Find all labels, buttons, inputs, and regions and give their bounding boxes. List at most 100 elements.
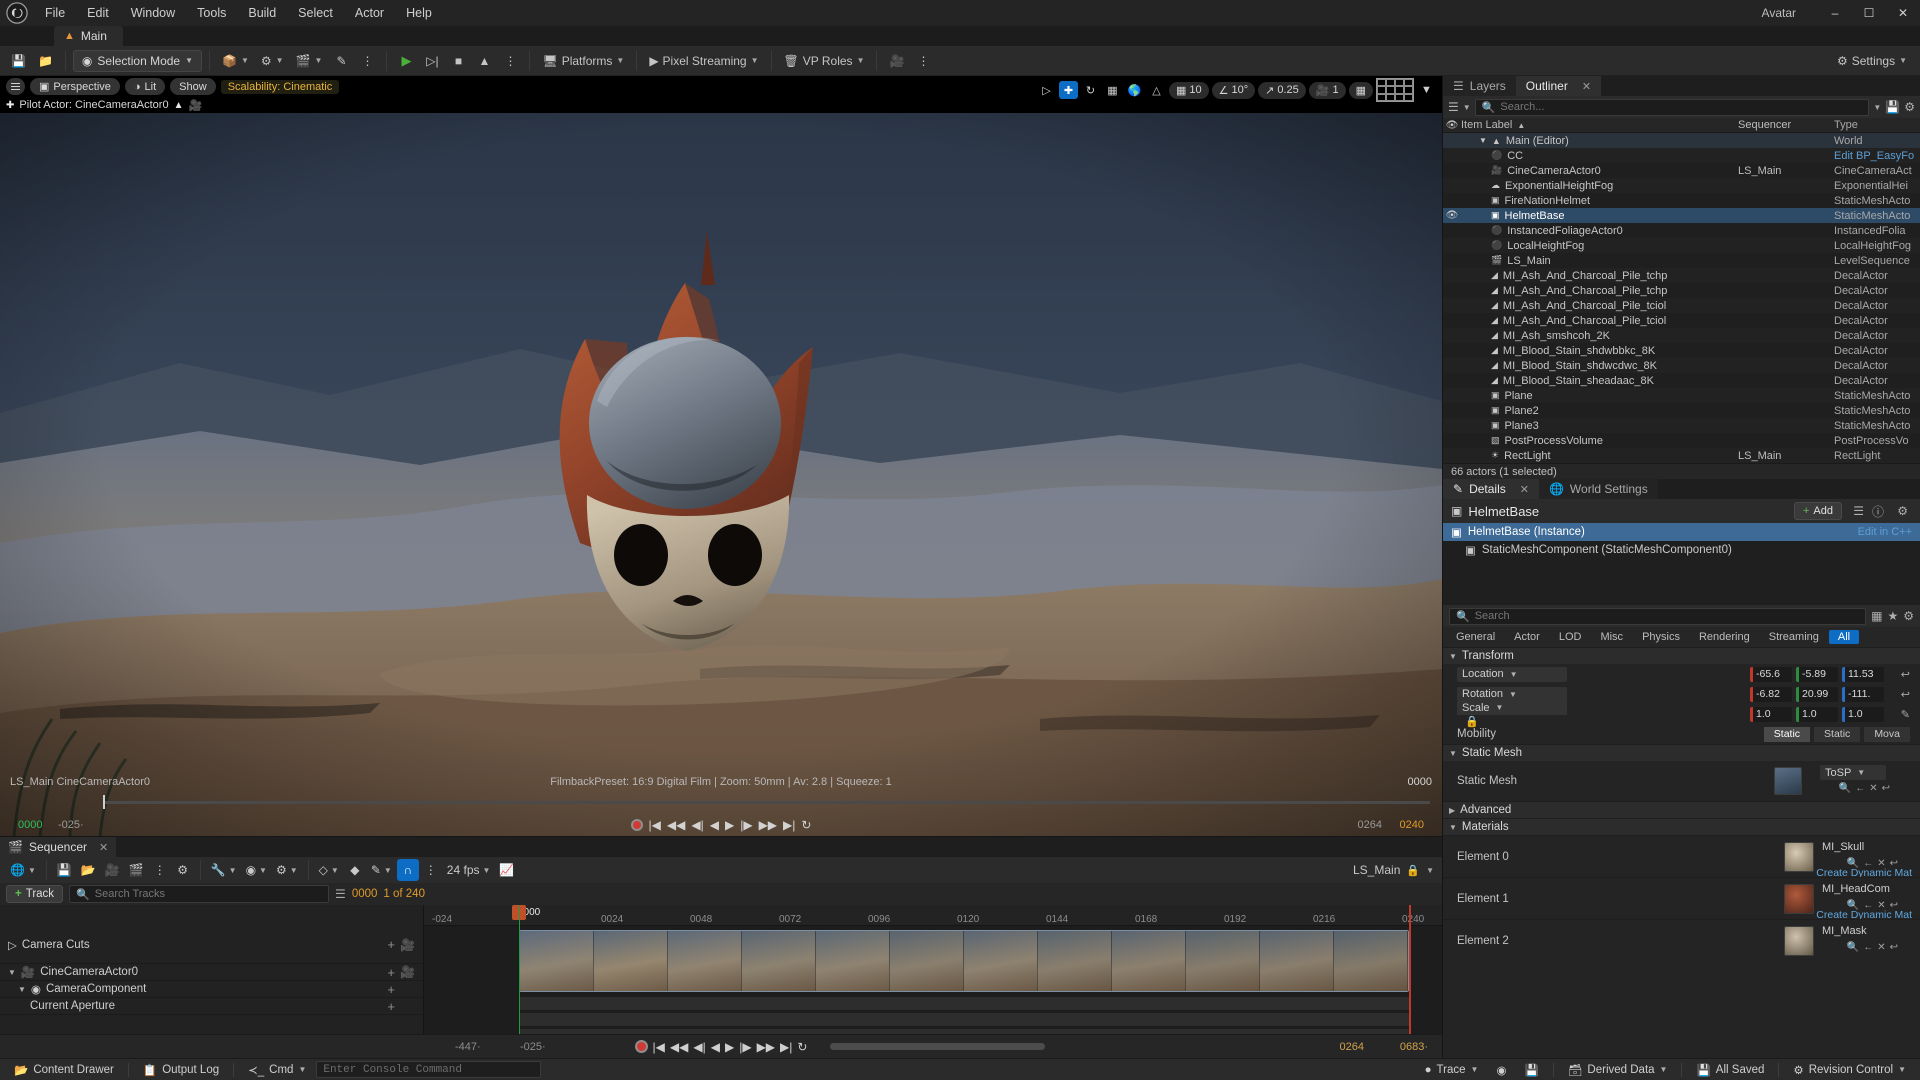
category-materials[interactable]: ▼ Materials bbox=[1443, 818, 1920, 835]
scale-snap-control[interactable]: ↗ 0.25 bbox=[1258, 81, 1306, 99]
tab-outliner[interactable]: Outliner ✕ bbox=[1515, 76, 1602, 96]
derived-data-button[interactable]: 🗃 Derived Data ▼ bbox=[1560, 1061, 1676, 1079]
location-values[interactable]: -65.6 -5.89 11.53 bbox=[1750, 666, 1884, 682]
loop-icon[interactable]: ↻ bbox=[797, 1040, 807, 1054]
use-selected-icon[interactable]: ← bbox=[1863, 942, 1873, 953]
outliner-row[interactable]: ◢ MI_Ash_And_Charcoal_Pile_tciol DecalActo… bbox=[1443, 298, 1920, 313]
viewport-timeline[interactable] bbox=[0, 792, 1442, 814]
mobility-toggle-group[interactable]: Static Static Mova bbox=[1763, 726, 1910, 742]
rotation-z-input[interactable]: -111. bbox=[1842, 686, 1884, 702]
toolbar-overflow-icon[interactable]: ⋮ bbox=[355, 49, 379, 73]
stop-button[interactable]: ■ bbox=[446, 49, 470, 73]
eject-pilot-icon[interactable]: ▲ bbox=[174, 100, 184, 111]
clear-icon[interactable]: ✕ bbox=[1877, 942, 1885, 953]
jump-end-icon[interactable]: ▶| bbox=[783, 818, 795, 832]
viewport-playhead[interactable] bbox=[103, 795, 105, 809]
loop-icon[interactable]: ↻ bbox=[801, 818, 811, 832]
render-movie-icon[interactable]: 🎬 bbox=[125, 859, 148, 881]
scale-z-input[interactable]: 1.0 bbox=[1842, 706, 1884, 722]
outliner-row[interactable]: ⚫ LocalHeightFog LocalHeightFog bbox=[1443, 238, 1920, 253]
reset-scale-icon[interactable]: ✎ bbox=[1901, 708, 1910, 721]
location-dropdown[interactable]: Location ▼ bbox=[1457, 666, 1567, 682]
key-interp-icon[interactable]: ◆ bbox=[344, 859, 366, 881]
tab-layers[interactable]: ☰ Layers bbox=[1443, 76, 1516, 96]
rotate-tool-icon[interactable]: ↻ bbox=[1081, 81, 1100, 99]
avatar-label[interactable]: Avatar bbox=[1762, 6, 1818, 20]
material-thumbnail[interactable] bbox=[1784, 883, 1814, 914]
favorite-icon[interactable]: ★ bbox=[1887, 609, 1898, 623]
outliner-settings-icon[interactable]: ⚙ bbox=[1904, 100, 1915, 114]
playhead-line[interactable] bbox=[519, 905, 520, 1034]
menu-item-edit[interactable]: Edit bbox=[76, 0, 120, 26]
static-mesh-selector[interactable]: ToSP ▼ bbox=[1820, 765, 1886, 780]
viewport-layout-chevron-icon[interactable]: ▼ bbox=[1417, 81, 1436, 99]
material-name[interactable]: MI_Skull bbox=[1822, 841, 1894, 853]
property-mobility[interactable]: Mobility Static Static Mova bbox=[1443, 724, 1920, 744]
details-filter-actor[interactable]: Actor bbox=[1505, 630, 1549, 644]
details-filter-chips[interactable]: General Actor LOD Misc Physics Rendering Strea… bbox=[1443, 627, 1920, 647]
menu-item-build[interactable]: Build bbox=[237, 0, 287, 26]
viewport-show-button[interactable]: Show bbox=[170, 78, 216, 95]
close-icon[interactable]: ✕ bbox=[1886, 0, 1920, 26]
property-location[interactable]: Location ▼ -65.6 -5.89 11.53 ↩ bbox=[1443, 664, 1920, 684]
mobility-movable[interactable]: Mova bbox=[1864, 726, 1910, 742]
chevron-down-icon[interactable]: ▼ bbox=[1463, 103, 1471, 112]
play-overflow-icon[interactable]: ⋮ bbox=[498, 49, 522, 73]
maximize-icon[interactable]: ☐ bbox=[1852, 0, 1886, 26]
search-tracks-input[interactable]: 🔍 Search Tracks bbox=[69, 885, 330, 903]
add-key-icon[interactable]: + bbox=[387, 965, 395, 980]
track-camera-cuts[interactable]: ▷ Camera Cuts + 🎥 bbox=[0, 926, 423, 964]
angle-snap-control[interactable]: ∠ 10° bbox=[1211, 81, 1256, 99]
step-forward-icon[interactable]: ▶▶ bbox=[759, 818, 777, 832]
tab-sequencer[interactable]: 🎬 Sequencer ✕ bbox=[0, 837, 117, 857]
material-thumbnail[interactable] bbox=[1784, 841, 1814, 872]
details-filter-lod[interactable]: LOD bbox=[1550, 630, 1591, 644]
viewport-perspective-button[interactable]: ▣ Perspective bbox=[30, 78, 120, 95]
level-viewport[interactable]: ▣ Perspective ◑ Lit Show Scalability: Ci… bbox=[0, 76, 1442, 836]
menu-item-help[interactable]: Help bbox=[395, 0, 443, 26]
location-x-input[interactable]: -65.6 bbox=[1750, 666, 1792, 682]
category-advanced[interactable]: ▶ Advanced bbox=[1443, 801, 1920, 818]
track-current-aperture[interactable]: Current Aperture + bbox=[0, 998, 423, 1015]
clear-icon[interactable]: ✕ bbox=[1869, 783, 1877, 794]
fps-selector[interactable]: 24 fps ▼ bbox=[443, 859, 495, 881]
step-forward-icon[interactable]: ▶▶ bbox=[757, 1040, 775, 1054]
details-filter-icon[interactable]: ☰ bbox=[1853, 504, 1864, 518]
all-saved-button[interactable]: 💾 All Saved bbox=[1688, 1061, 1772, 1079]
category-static-mesh[interactable]: ▼ Static Mesh bbox=[1443, 744, 1920, 761]
save-icon[interactable]: 💾 bbox=[6, 49, 31, 73]
performance-icon-button[interactable]: ◉ bbox=[1488, 1061, 1514, 1079]
output-log-button[interactable]: 📋 Output Log bbox=[135, 1061, 227, 1079]
column-sequencer[interactable]: Sequencer bbox=[1738, 119, 1834, 131]
outliner-row[interactable]: ◢ MI_Blood_Stain_shdwbbkc_8K DecalActor bbox=[1443, 343, 1920, 358]
vp-roles-button[interactable]: 🗑 VP Roles ▼ bbox=[779, 49, 870, 73]
add-component-button[interactable]: + Add bbox=[1793, 502, 1842, 520]
filter-icon[interactable]: ☰ bbox=[1448, 100, 1459, 114]
platforms-button[interactable]: 🖥 Platforms ▼ bbox=[537, 49, 629, 73]
static-mesh-actions[interactable]: 🔍 ← ✕ ↩ bbox=[1839, 783, 1890, 794]
cmd-selector[interactable]: ≺_ Cmd ▼ bbox=[240, 1061, 314, 1079]
viewport-layout-preview-icon[interactable] bbox=[1376, 78, 1414, 102]
unreal-logo-icon[interactable] bbox=[0, 0, 34, 26]
add-track-button[interactable]: + Track bbox=[6, 885, 64, 903]
cache-icon-button[interactable]: 💾 bbox=[1516, 1061, 1546, 1079]
jump-end-icon[interactable]: ▶| bbox=[780, 1040, 792, 1054]
outliner-row[interactable]: ◢ MI_Blood_Stain_shdwcdwc_8K DecalActor bbox=[1443, 358, 1920, 373]
settings-button[interactable]: ⚙ Settings ▼ bbox=[1832, 49, 1912, 73]
track-cinecameraactor0[interactable]: ▼ 🎥 CineCameraActor0 + 🎥 bbox=[0, 964, 423, 981]
create-camera-icon[interactable]: 🎥 bbox=[101, 859, 124, 881]
virtual-camera-icon[interactable]: 🎥 bbox=[884, 49, 909, 73]
viewport-layout-icon[interactable]: ▦ bbox=[1348, 81, 1373, 99]
outliner-row[interactable]: ◢ MI_Ash_And_Charcoal_Pile_tchp DecalActor bbox=[1443, 268, 1920, 283]
menu-item-select[interactable]: Select bbox=[287, 0, 344, 26]
outliner-row[interactable]: ▣ Plane3 StaticMeshActo bbox=[1443, 418, 1920, 433]
menu-item-tools[interactable]: Tools bbox=[186, 0, 237, 26]
column-item-label[interactable]: Item Label ▲ bbox=[1461, 119, 1738, 131]
camera-lock-icon[interactable]: 🎥 bbox=[188, 99, 202, 112]
rotation-y-input[interactable]: 20.99 bbox=[1796, 686, 1838, 702]
help-icon[interactable]: ⓘ bbox=[1872, 503, 1884, 520]
component-row-instance[interactable]: ▣ HelmetBase (Instance) Edit in C++ bbox=[1443, 523, 1920, 541]
jump-start-icon[interactable]: |◀ bbox=[653, 1040, 665, 1054]
snap-options-icon[interactable]: ⋮ bbox=[420, 859, 442, 881]
add-actor-button[interactable]: 📦 ▼ bbox=[217, 49, 254, 73]
